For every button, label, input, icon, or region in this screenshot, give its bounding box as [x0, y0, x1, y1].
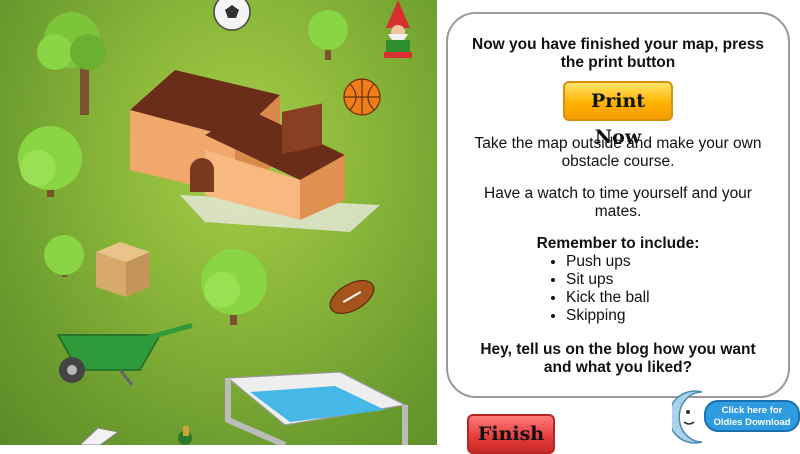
- remember-heading: Remember to include:: [536, 235, 700, 252]
- rugby-ball[interactable]: [325, 274, 380, 321]
- garden-gnome[interactable]: [384, 0, 412, 58]
- tree-small-left[interactable]: [44, 235, 84, 277]
- soccer-ball[interactable]: [213, 0, 251, 31]
- instruction-outside: Take the map outside and make your own o…: [474, 135, 762, 170]
- blog-prompt: Hey, tell us on the blog how you want an…: [480, 341, 756, 376]
- garden-item-bottom[interactable]: [178, 426, 192, 445]
- tree-top-left[interactable]: [37, 12, 106, 115]
- instruction-watch: Have a watch to time yourself and your m…: [484, 185, 752, 220]
- tree-center[interactable]: [201, 249, 267, 325]
- print-now-button[interactable]: Print Now: [563, 81, 673, 148]
- oldies-line2: Oldies Download: [713, 417, 791, 428]
- list-item: Sit ups: [566, 271, 788, 289]
- house[interactable]: [130, 70, 380, 232]
- tree-top-center[interactable]: [308, 10, 348, 60]
- map-canvas[interactable]: [0, 0, 437, 445]
- oldies-line1: Click here for: [721, 405, 783, 416]
- basketball[interactable]: [343, 78, 381, 116]
- tree-mid-left[interactable]: [18, 126, 82, 197]
- list-item: Push ups: [566, 253, 788, 271]
- instructions-panel: Now you have finished your map, press th…: [446, 12, 790, 398]
- map-scene: [18, 0, 412, 445]
- skateboard[interactable]: [79, 427, 120, 445]
- exercise-list: Push ups Sit ups Kick the ball Skipping: [566, 253, 788, 325]
- oldies-bubble: Click here for Oldies Download: [704, 400, 800, 432]
- instructions-heading: Now you have finished your map, press th…: [472, 36, 764, 71]
- oldies-download-badge[interactable]: Click here for Oldies Download: [672, 388, 800, 445]
- cardboard-box[interactable]: [96, 242, 150, 297]
- finish-button[interactable]: Finish: [467, 414, 555, 454]
- list-item: Kick the ball: [566, 289, 788, 307]
- list-item: Skipping: [566, 307, 788, 325]
- swimming-pool[interactable]: [225, 371, 408, 445]
- wheelbarrow[interactable]: [56, 323, 193, 386]
